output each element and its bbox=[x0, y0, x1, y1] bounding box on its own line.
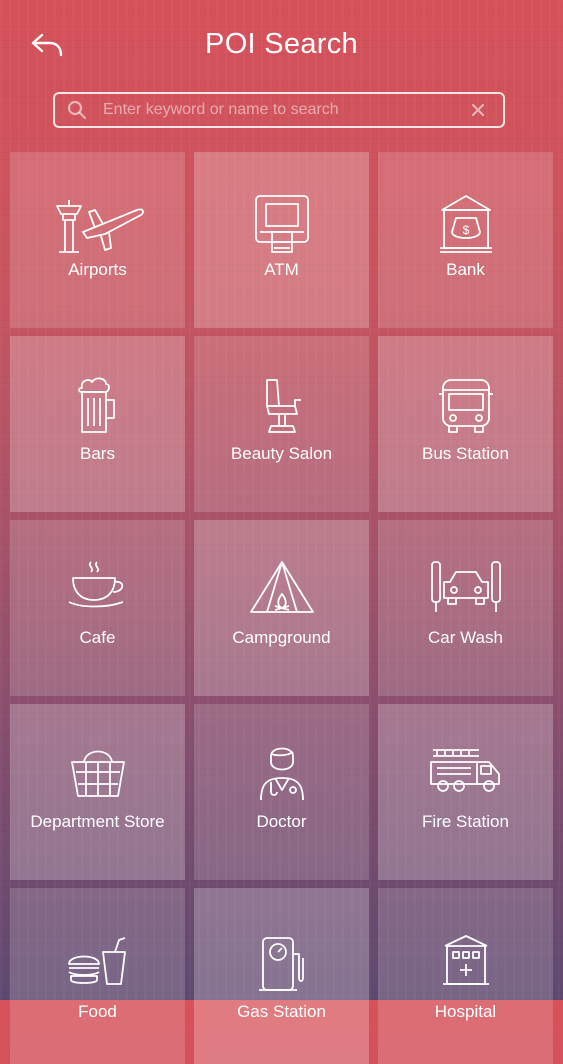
page-title: POI Search bbox=[205, 28, 358, 60]
search-input[interactable] bbox=[101, 100, 465, 120]
category-label: Bus Station bbox=[422, 444, 509, 463]
category-label: Bank bbox=[446, 260, 485, 279]
category-tile-doctor[interactable]: Doctor bbox=[194, 704, 369, 880]
clear-icon[interactable] bbox=[465, 97, 491, 123]
search-icon bbox=[65, 98, 89, 122]
category-tile-airports[interactable]: Airports bbox=[10, 152, 185, 328]
category-label: Department Store bbox=[30, 812, 165, 831]
car-wash-icon bbox=[378, 560, 553, 624]
salon-chair-icon bbox=[194, 376, 369, 440]
burger-drink-icon bbox=[10, 934, 185, 998]
beer-mug-icon bbox=[10, 376, 185, 440]
category-label: Hospital bbox=[434, 1002, 497, 1021]
category-label: ATM bbox=[264, 260, 299, 279]
category-label: Airports bbox=[68, 260, 127, 279]
doctor-icon bbox=[194, 744, 369, 808]
category-label: Cafe bbox=[79, 628, 116, 647]
category-tile-food[interactable]: Food bbox=[10, 888, 185, 1064]
category-tile-department-store[interactable]: Department Store bbox=[10, 704, 185, 880]
category-label: Bars bbox=[80, 444, 115, 463]
shopping-basket-icon bbox=[10, 744, 185, 808]
category-label: Car Wash bbox=[428, 628, 503, 647]
category-label: Gas Station bbox=[237, 1002, 326, 1021]
category-tile-car-wash[interactable]: Car Wash bbox=[378, 520, 553, 696]
category-label: Campground bbox=[232, 628, 331, 647]
category-tile-hospital[interactable]: Hospital bbox=[378, 888, 553, 1064]
category-tile-fire-station[interactable]: Fire Station bbox=[378, 704, 553, 880]
tent-icon bbox=[194, 560, 369, 624]
coffee-cup-icon bbox=[10, 560, 185, 624]
airport-icon bbox=[10, 192, 185, 256]
category-grid: Airports ATM $ Bank Bars Beauty Salon Bu… bbox=[10, 152, 553, 1064]
bus-icon bbox=[378, 376, 553, 440]
category-tile-beauty-salon[interactable]: Beauty Salon bbox=[194, 336, 369, 512]
category-tile-bank[interactable]: $ Bank bbox=[378, 152, 553, 328]
category-tile-bus-station[interactable]: Bus Station bbox=[378, 336, 553, 512]
category-tile-bars[interactable]: Bars bbox=[10, 336, 185, 512]
bank-icon: $ bbox=[378, 192, 553, 256]
header: POI Search bbox=[0, 0, 563, 90]
category-tile-atm[interactable]: ATM bbox=[194, 152, 369, 328]
fire-truck-icon bbox=[378, 744, 553, 808]
category-tile-campground[interactable]: Campground bbox=[194, 520, 369, 696]
fuel-pump-icon bbox=[194, 934, 369, 998]
category-tile-gas-station[interactable]: Gas Station bbox=[194, 888, 369, 1064]
svg-text:$: $ bbox=[462, 223, 469, 237]
category-label: Fire Station bbox=[422, 812, 509, 831]
atm-icon bbox=[194, 192, 369, 256]
search-bar bbox=[53, 92, 505, 128]
category-tile-cafe[interactable]: Cafe bbox=[10, 520, 185, 696]
category-label: Food bbox=[78, 1002, 117, 1021]
category-label: Beauty Salon bbox=[230, 444, 333, 463]
category-label: Doctor bbox=[256, 812, 307, 831]
hospital-icon bbox=[378, 934, 553, 998]
